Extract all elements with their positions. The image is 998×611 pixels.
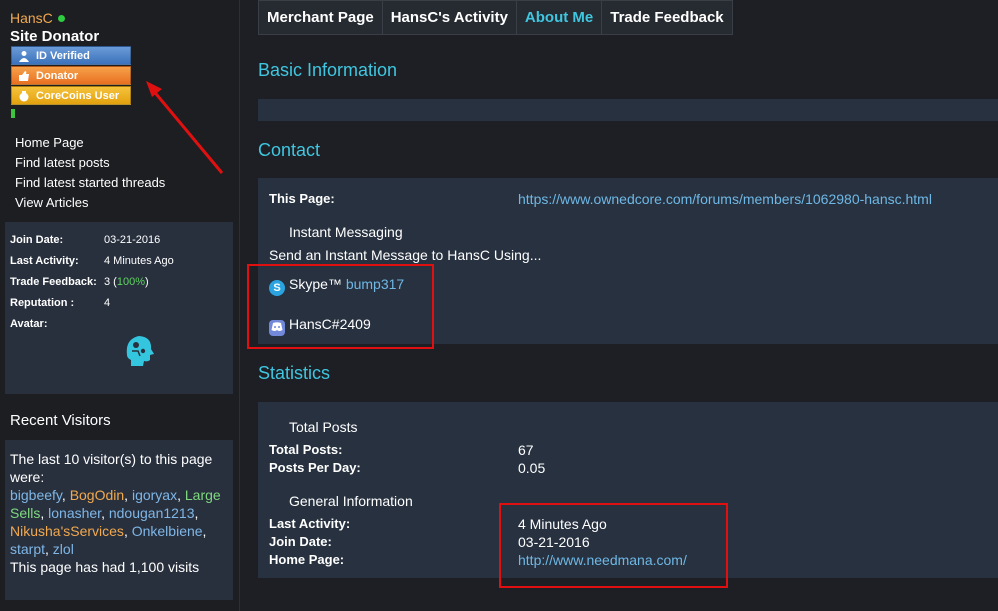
trade-feedback-percent: 100%: [116, 276, 145, 288]
last-activity-value: 4 Minutes Ago: [104, 255, 174, 267]
badge-label: CoreCoins User: [36, 89, 120, 102]
tab-activity[interactable]: HansC's Activity: [381, 0, 517, 35]
username-row: HansC: [10, 10, 65, 26]
person-icon: [17, 49, 31, 63]
coin-bag-icon: [17, 89, 31, 103]
stats-join-date-label: Join Date:: [269, 534, 332, 549]
visits-count: This page has had 1,100 visits: [10, 559, 200, 575]
visitor-link[interactable]: ndougan1213: [109, 505, 195, 521]
contact-title: Contact: [258, 140, 321, 160]
badge-corecoins-user: CoreCoins User: [11, 86, 131, 105]
join-date-row: Join Date: 03-21-2016: [10, 234, 160, 246]
annotation-box-messaging: [247, 264, 434, 349]
posts-per-day-value: 0.05: [518, 460, 546, 476]
visitor-link[interactable]: Nikusha'sServices: [10, 523, 124, 539]
total-posts-heading: Total Posts: [289, 419, 358, 435]
reputation-label: Reputation :: [10, 297, 75, 309]
trade-feedback-row: Trade Feedback: 3 (100%): [10, 276, 149, 288]
join-date-value: 03-21-2016: [104, 234, 161, 246]
reputation-value: 4: [104, 297, 111, 309]
statistics-title: Statistics: [258, 363, 331, 383]
visitor-link[interactable]: BogOdin: [70, 487, 124, 503]
visitor-link[interactable]: Onkelbiene: [132, 523, 203, 539]
link-home-page[interactable]: Home Page: [15, 135, 165, 155]
profile-tabs: Merchant Page HansC's Activity About Me …: [258, 0, 733, 35]
basic-information-panel: [258, 99, 998, 121]
badge-donator: Donator: [11, 66, 131, 85]
badge-id-verified: ID Verified: [11, 46, 131, 65]
trade-feedback-label: Trade Feedback:: [10, 276, 97, 288]
visitor-link[interactable]: bigbeefy: [10, 487, 62, 503]
recent-visitors-title: Recent Visitors: [10, 412, 111, 429]
visitor-link[interactable]: lonasher: [48, 505, 101, 521]
stats-home-page-label: Home Page:: [269, 552, 345, 567]
link-find-latest-threads[interactable]: Find latest started threads: [15, 175, 165, 195]
instant-messaging-intro: Send an Instant Message to HansC Using..…: [269, 247, 542, 263]
profile-sidebar: HansC Site Donator ID Verified Donator C…: [0, 0, 240, 611]
avatar: [120, 330, 158, 368]
member-info-box: Join Date: 03-21-2016 Last Activity: 4 Min…: [5, 222, 233, 394]
last-activity-row: Last Activity: 4 Minutes Ago: [10, 255, 174, 267]
total-posts-value: 67: [518, 442, 534, 458]
link-find-latest-posts[interactable]: Find latest posts: [15, 155, 165, 175]
general-information-heading: General Information: [289, 493, 413, 509]
join-date-label: Join Date:: [10, 234, 64, 246]
thumbs-up-icon: [17, 69, 31, 83]
username-link[interactable]: HansC: [10, 10, 53, 26]
instant-messaging-heading: Instant Messaging: [289, 224, 403, 240]
annotation-box-general-info: [499, 503, 728, 588]
visitor-link[interactable]: igoryax: [132, 487, 177, 503]
tab-merchant-page[interactable]: Merchant Page: [258, 0, 383, 35]
tab-trade-feedback[interactable]: Trade Feedback: [601, 0, 733, 35]
stats-last-activity-label: Last Activity:: [269, 516, 351, 531]
total-posts-label: Total Posts:: [269, 442, 343, 457]
avatar-label: Avatar:: [10, 318, 48, 330]
badge-label: Donator: [36, 69, 79, 82]
last-activity-label: Last Activity:: [10, 255, 79, 267]
visitors-intro: The last 10 visitor(s) to this page were…: [10, 451, 213, 485]
avatar-row: Avatar:: [10, 318, 104, 330]
this-page-label: This Page:: [269, 191, 335, 206]
this-page-url-link[interactable]: https://www.ownedcore.com/forums/members…: [518, 191, 932, 207]
reputation-bar: [11, 109, 15, 118]
badge-label: ID Verified: [36, 49, 90, 62]
basic-information-title: Basic Information: [258, 60, 398, 80]
profile-links: Home Page Find latest posts Find latest …: [15, 135, 165, 215]
online-status-icon: [57, 14, 65, 22]
posts-per-day-label: Posts Per Day:: [269, 460, 361, 475]
visitor-link[interactable]: starpt: [10, 541, 45, 557]
link-view-articles[interactable]: View Articles: [15, 195, 165, 215]
visitor-link[interactable]: zlol: [53, 541, 74, 557]
tab-about-me[interactable]: About Me: [515, 0, 603, 35]
user-title: Site Donator: [10, 28, 100, 45]
reputation-row: Reputation : 4: [10, 297, 110, 309]
recent-visitors-box: The last 10 visitor(s) to this page were…: [5, 440, 233, 600]
